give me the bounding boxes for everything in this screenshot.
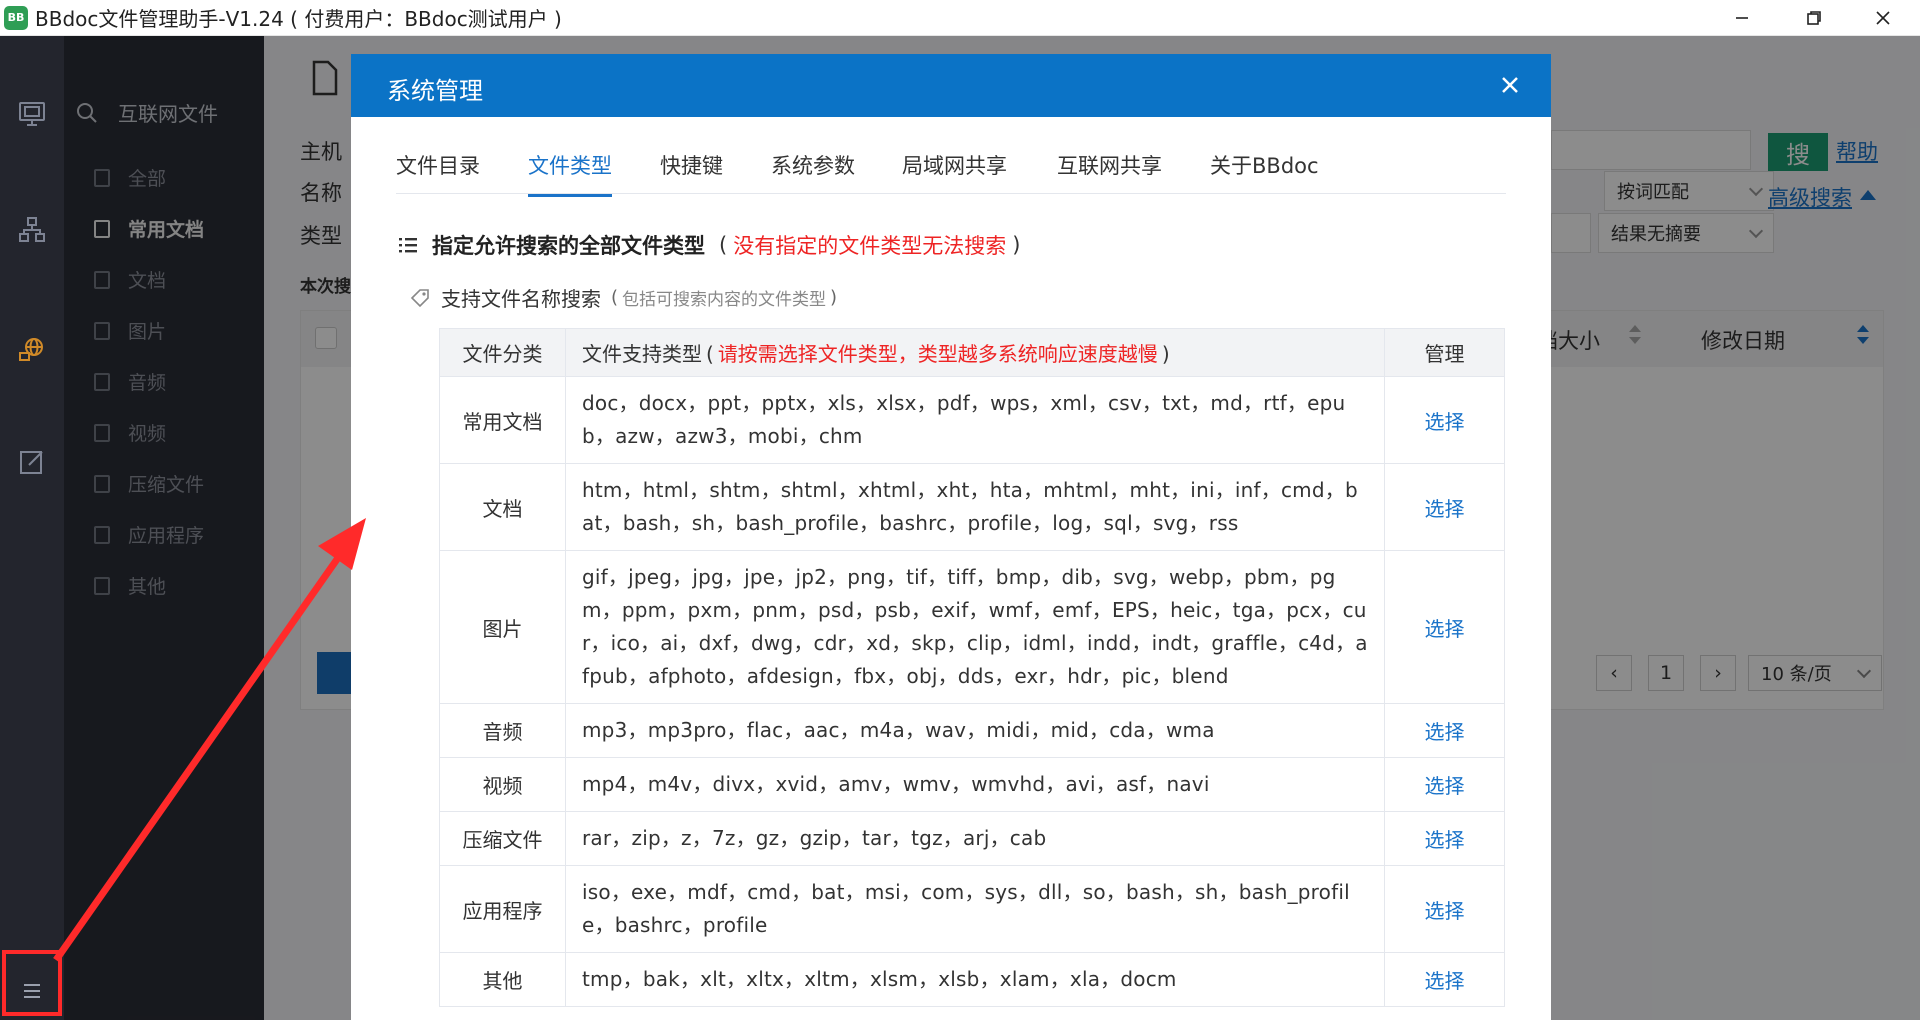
category-cell: 图片	[439, 550, 566, 704]
tab-about[interactable]: 关于BBdoc	[1210, 150, 1319, 194]
subsection-title: 支持文件名称搜索 ( 包括可搜索内容的文件类型 )	[409, 283, 841, 312]
select-link[interactable]: 选择	[1425, 774, 1465, 798]
annotation-highlight-box	[2, 950, 62, 1016]
file-types-table: 文件分类 文件支持类型(请按需选择文件类型，类型越多系统响应速度越慢) 管理 常…	[439, 328, 1505, 1007]
select-link[interactable]: 选择	[1425, 410, 1465, 434]
table-header-row: 文件分类 文件支持类型(请按需选择文件类型，类型越多系统响应速度越慢) 管理	[439, 328, 1505, 377]
column-types-paren-close: )	[1161, 342, 1170, 366]
manage-cell: 选择	[1384, 463, 1505, 551]
types-cell: mp3，mp3pro，flac，aac，m4a，wav，midi，mid，cda…	[565, 703, 1385, 758]
category-cell: 压缩文件	[439, 811, 566, 866]
types-cell: mp4，m4v，divx，xvid，amv，wmv，wmvhd，avi，asf，…	[565, 757, 1385, 812]
table-row: 文档 htm，html，shtm，shtml，xhtml，xht，hta，mht…	[439, 463, 1505, 551]
column-manage: 管理	[1384, 328, 1505, 377]
restore-button[interactable]	[1783, 0, 1845, 36]
types-cell: rar，zip，z，7z，gz，gzip，tar，tgz，arj，cab	[565, 811, 1385, 866]
tab-internet-sharing[interactable]: 互联网共享	[1057, 150, 1162, 194]
edit-icon	[20, 451, 43, 474]
select-link[interactable]: 选择	[1425, 617, 1465, 641]
category-cell: 音频	[439, 703, 566, 758]
category-cell: 视频	[439, 757, 566, 812]
column-category: 文件分类	[439, 328, 566, 377]
category-cell: 常用文档	[439, 376, 566, 464]
section-warning: 没有指定的文件类型无法搜索	[733, 234, 1007, 258]
category-cell: 应用程序	[439, 865, 566, 953]
dialog-title: 系统管理	[387, 77, 483, 105]
category-cell: 文档	[439, 463, 566, 551]
manage-cell: 选择	[1384, 550, 1505, 704]
table-row: 其他 tmp，bak，xlt，xltx，xltm，xlsm，xlsb，xlam，…	[439, 952, 1505, 1007]
types-cell: iso，exe，mdf，cmd，bat，msi，com，sys，dll，so，b…	[565, 865, 1385, 953]
window-titlebar: BB BBdoc文件管理助手-V1.24 ( 付费用户：BBdoc测试用户 )	[0, 0, 1920, 36]
table-row: 音频 mp3，mp3pro，flac，aac，m4a，wav，midi，mid，…	[439, 703, 1505, 758]
types-cell: htm，html，shtm，shtml，xhtml，xht，hta，mhtml，…	[565, 463, 1385, 551]
rail-internet-button[interactable]	[14, 332, 50, 368]
tab-lan-sharing[interactable]: 局域网共享	[902, 150, 1007, 194]
subsection-paren-close: )	[830, 287, 838, 308]
category-cell: 其他	[439, 952, 566, 1007]
tab-system-params[interactable]: 系统参数	[771, 150, 855, 194]
types-cell: doc，docx，ppt，pptx，xls，xlsx，pdf，wps，xml，c…	[565, 376, 1385, 464]
restore-icon	[1807, 11, 1821, 25]
dialog-close-button[interactable]	[1495, 70, 1525, 100]
types-cell: gif，jpeg，jpg，jpe，jp2，png，tif，tiff，bmp，di…	[565, 550, 1385, 704]
dialog-tabs: 文件目录 文件类型 快捷键 系统参数 局域网共享 互联网共享 关于BBdoc	[396, 138, 1506, 197]
manage-cell: 选择	[1384, 703, 1505, 758]
tab-shortcuts[interactable]: 快捷键	[660, 150, 723, 194]
table-row: 常用文档 doc，docx，ppt，pptx，xls，xlsx，pdf，wps，…	[439, 376, 1505, 464]
subsection-title-text: 支持文件名称搜索	[441, 287, 601, 311]
monitor-icon	[19, 102, 45, 126]
tab-file-types[interactable]: 文件类型	[528, 150, 612, 197]
close-icon	[1876, 11, 1890, 25]
list-icon	[399, 238, 417, 253]
column-types-label: 文件支持类型	[582, 342, 702, 366]
rail-local-files-button[interactable]	[14, 96, 50, 132]
tab-file-directory[interactable]: 文件目录	[396, 150, 480, 194]
icon-rail	[0, 36, 64, 1020]
section-paren-close: )	[1012, 233, 1021, 257]
manage-cell: 选择	[1384, 811, 1505, 866]
subsection-note: 包括可搜索内容的文件类型	[622, 290, 827, 310]
app-logo-icon: BB	[4, 5, 28, 30]
subsection-paren-open: (	[611, 287, 619, 308]
manage-cell: 选择	[1384, 376, 1505, 464]
section-paren-open: (	[719, 233, 728, 257]
minimize-icon	[1736, 17, 1748, 19]
rail-lan-button[interactable]	[14, 212, 50, 248]
section-title: 指定允许搜索的全部文件类型 ( 没有指定的文件类型无法搜索 )	[398, 230, 1026, 260]
system-settings-dialog: 系统管理 文件目录 文件类型 快捷键 系统参数 局域网共享 互联网共享 关于BB…	[351, 54, 1551, 1020]
globe-icon	[19, 338, 43, 361]
types-cell: tmp，bak，xlt，xltx，xltm，xlsm，xlsb，xlam，xla…	[565, 952, 1385, 1007]
tag-icon	[410, 288, 429, 307]
section-title-text: 指定允许搜索的全部文件类型	[432, 234, 705, 258]
select-link[interactable]: 选择	[1425, 969, 1465, 993]
select-link[interactable]: 选择	[1425, 720, 1465, 744]
select-link[interactable]: 选择	[1425, 497, 1465, 521]
manage-cell: 选择	[1384, 757, 1505, 812]
table-row: 压缩文件 rar，zip，z，7z，gz，gzip，tar，tgz，arj，ca…	[439, 811, 1505, 866]
select-link[interactable]: 选择	[1425, 899, 1465, 923]
rail-notes-button[interactable]	[14, 444, 50, 480]
close-window-button[interactable]	[1852, 0, 1914, 36]
column-types-paren-open: (	[706, 342, 714, 366]
network-icon	[19, 217, 45, 242]
select-link[interactable]: 选择	[1425, 828, 1465, 852]
column-types-note: 请按需选择文件类型，类型越多系统响应速度越慢	[717, 342, 1158, 366]
table-row: 图片 gif，jpeg，jpg，jpe，jp2，png，tif，tiff，bmp…	[439, 550, 1505, 704]
table-row: 应用程序 iso，exe，mdf，cmd，bat，msi，com，sys，dll…	[439, 865, 1505, 953]
close-icon	[1502, 77, 1518, 93]
manage-cell: 选择	[1384, 952, 1505, 1007]
table-row: 视频 mp4，m4v，divx，xvid，amv，wmv，wmvhd，avi，a…	[439, 757, 1505, 812]
dialog-header: 系统管理	[351, 54, 1551, 117]
minimize-button[interactable]	[1711, 0, 1773, 36]
window-title: BBdoc文件管理助手-V1.24 ( 付费用户：BBdoc测试用户 )	[35, 7, 562, 31]
column-types: 文件支持类型(请按需选择文件类型，类型越多系统响应速度越慢)	[565, 328, 1385, 377]
manage-cell: 选择	[1384, 865, 1505, 953]
